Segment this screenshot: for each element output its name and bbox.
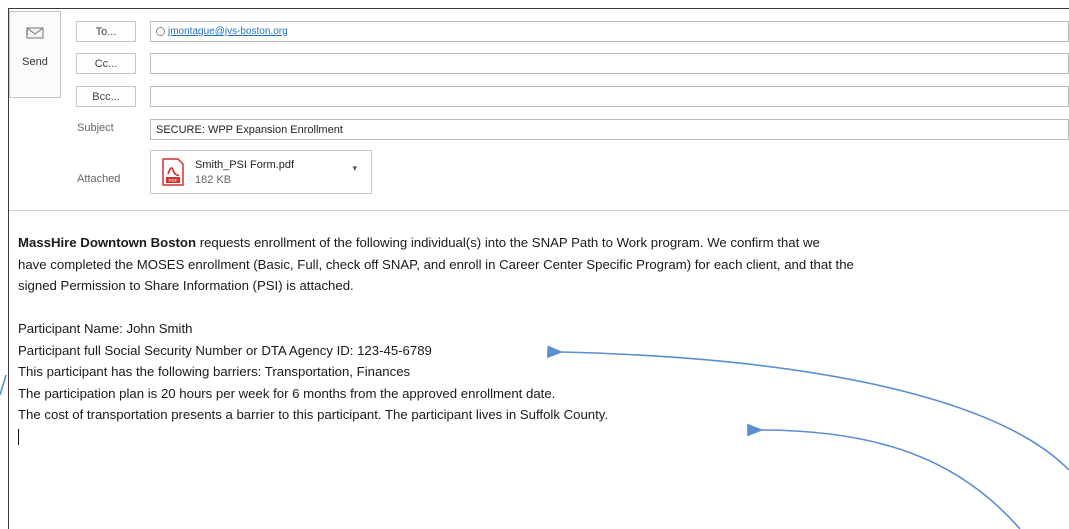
annotation-arrows <box>0 345 1069 529</box>
arrow-to-ssn <box>547 345 1069 471</box>
arrow-to-county <box>747 423 1021 529</box>
arrow-left-edge <box>0 374 7 396</box>
